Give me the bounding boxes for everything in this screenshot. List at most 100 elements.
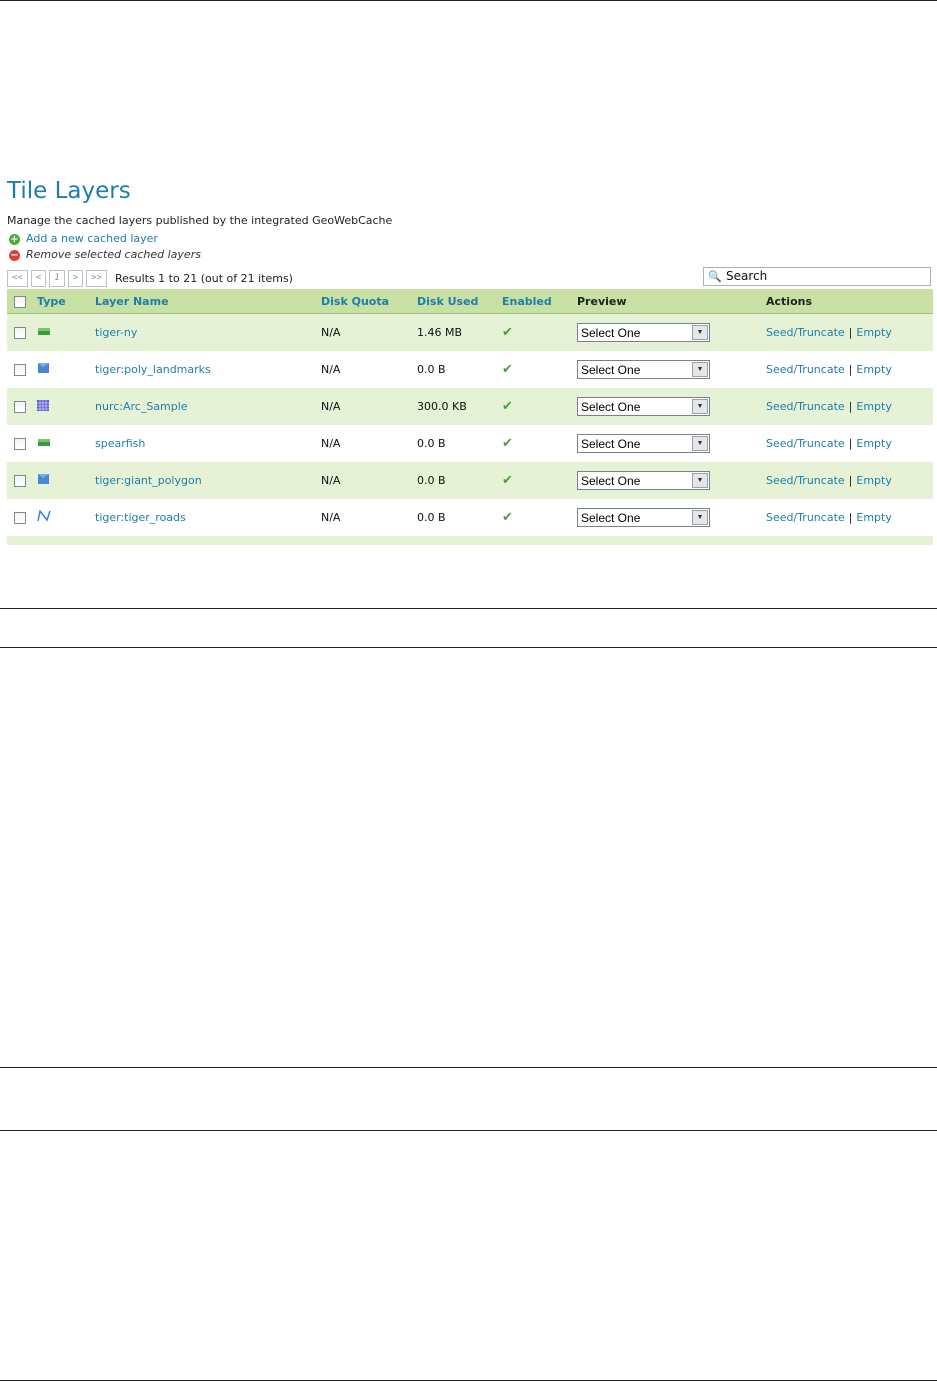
- actions-cell: Seed/Truncate | Empty: [766, 425, 933, 462]
- row-checkbox[interactable]: [14, 512, 26, 524]
- empty-link[interactable]: Empty: [856, 437, 891, 450]
- enabled-cell: ✔: [502, 313, 577, 351]
- row-checkbox[interactable]: [14, 327, 26, 339]
- pager-row: << < 1 > >> Results 1 to 21 (out of 21 i…: [7, 267, 933, 289]
- polygon-layer-icon: [37, 362, 50, 377]
- rule: [0, 1067, 937, 1068]
- rule: [0, 1380, 937, 1381]
- pager-last-button[interactable]: >>: [86, 270, 107, 287]
- seed-truncate-link[interactable]: Seed/Truncate: [766, 474, 845, 487]
- select-all-checkbox[interactable]: [14, 295, 26, 308]
- remove-cached-layers-label: Remove selected cached layers: [26, 248, 201, 261]
- disk-used-cell: 0.0 B: [417, 462, 502, 499]
- preview-select[interactable]: Select One ▼: [577, 397, 710, 416]
- add-cached-layer-link[interactable]: + Add a new cached layer: [7, 231, 933, 247]
- empty-link[interactable]: Empty: [856, 474, 891, 487]
- enabled-column-header[interactable]: Enabled: [502, 289, 577, 314]
- actions-cell: Seed/Truncate | Empty: [766, 499, 933, 536]
- row-checkbox[interactable]: [14, 401, 26, 413]
- disk-used-column-header[interactable]: Disk Used: [417, 289, 502, 314]
- layer-name-link[interactable]: spearfish: [95, 437, 145, 450]
- preview-select[interactable]: Select One ▼: [577, 434, 710, 453]
- pager-prev-button[interactable]: <: [30, 270, 47, 287]
- row-select-cell: [7, 499, 37, 536]
- actions-cell: Seed/Truncate | Empty: [766, 313, 933, 351]
- rule: [0, 608, 937, 609]
- empty-link[interactable]: Empty: [856, 363, 891, 376]
- search-input[interactable]: 🔍 Search: [703, 267, 931, 286]
- seed-truncate-link[interactable]: Seed/Truncate: [766, 400, 845, 413]
- line-layer-icon: [37, 509, 51, 525]
- layer-name-link[interactable]: tiger:poly_landmarks: [95, 363, 211, 376]
- preview-select[interactable]: Select One ▼: [577, 508, 710, 527]
- action-separator: |: [848, 511, 853, 524]
- pager-current-page[interactable]: 1: [49, 270, 65, 287]
- disk-quota-cell: N/A: [321, 388, 417, 425]
- seed-truncate-link[interactable]: Seed/Truncate: [766, 363, 845, 376]
- table-row: tiger:giant_polygon N/A 0.0 B ✔ Select One ▼ S…: [7, 462, 933, 499]
- table-row: tiger-ny N/A 1.46 MB ✔ Select One ▼ Seed/Trunc…: [7, 313, 933, 351]
- row-select-cell: [7, 425, 37, 462]
- polygon-layer-icon: [37, 473, 50, 488]
- empty-link[interactable]: Empty: [856, 400, 891, 413]
- action-separator: |: [848, 326, 853, 339]
- preview-select-value: Select One: [581, 325, 641, 340]
- seed-truncate-link[interactable]: Seed/Truncate: [766, 326, 845, 339]
- search-icon: 🔍: [708, 270, 722, 283]
- pager-first-button[interactable]: <<: [7, 270, 28, 287]
- chevron-down-icon: ▼: [692, 399, 708, 414]
- preview-column-header: Preview: [577, 289, 766, 314]
- partial-row-cell: [7, 536, 933, 545]
- select-all-header: [7, 289, 37, 314]
- layer-name-link[interactable]: tiger-ny: [95, 326, 137, 339]
- enabled-check-icon: ✔: [502, 325, 513, 340]
- layer-name-column-header[interactable]: Layer Name: [95, 289, 321, 314]
- search-placeholder: Search: [726, 269, 768, 283]
- add-cached-layer-label: Add a new cached layer: [26, 232, 158, 245]
- empty-link[interactable]: Empty: [856, 511, 891, 524]
- type-cell: [37, 388, 95, 425]
- disk-used-cell: 0.0 B: [417, 351, 502, 388]
- actions-cell: Seed/Truncate | Empty: [766, 351, 933, 388]
- disk-quota-cell: N/A: [321, 313, 417, 351]
- preview-select[interactable]: Select One ▼: [577, 471, 710, 490]
- disk-quota-cell: N/A: [321, 351, 417, 388]
- layer-name-cell: tiger:tiger_roads: [95, 499, 321, 536]
- layer-name-link[interactable]: tiger:tiger_roads: [95, 511, 186, 524]
- type-column-header[interactable]: Type: [37, 289, 95, 314]
- chevron-down-icon: ▼: [692, 510, 708, 525]
- remove-cached-layers-link[interactable]: − Remove selected cached layers: [7, 247, 933, 263]
- layer-name-cell: tiger-ny: [95, 313, 321, 351]
- chevron-down-icon: ▼: [692, 362, 708, 377]
- pager-next-button[interactable]: >: [67, 270, 84, 287]
- disk-quota-cell: N/A: [321, 499, 417, 536]
- preview-select-value: Select One: [581, 473, 641, 488]
- preview-select-value: Select One: [581, 436, 641, 451]
- table-row: tiger:tiger_roads N/A 0.0 B ✔ Select One ▼ See…: [7, 499, 933, 536]
- enabled-check-icon: ✔: [502, 436, 513, 451]
- row-checkbox[interactable]: [14, 475, 26, 487]
- preview-select-value: Select One: [581, 362, 641, 377]
- type-cell: [37, 462, 95, 499]
- preview-select[interactable]: Select One ▼: [577, 360, 710, 379]
- row-checkbox[interactable]: [14, 438, 26, 450]
- enabled-cell: ✔: [502, 351, 577, 388]
- enabled-cell: ✔: [502, 425, 577, 462]
- action-separator: |: [848, 437, 853, 450]
- document-page: Tile Layers Manage the cached layers pub…: [0, 0, 937, 1382]
- preview-cell: Select One ▼: [577, 462, 766, 499]
- seed-truncate-link[interactable]: Seed/Truncate: [766, 511, 845, 524]
- disk-quota-column-header[interactable]: Disk Quota: [321, 289, 417, 314]
- type-cell: [37, 351, 95, 388]
- layer-name-link[interactable]: nurc:Arc_Sample: [95, 400, 188, 413]
- enabled-check-icon: ✔: [502, 473, 513, 488]
- preview-cell: Select One ▼: [577, 313, 766, 351]
- layer-name-link[interactable]: tiger:giant_polygon: [95, 474, 202, 487]
- table-row: nurc:Arc_Sample N/A 300.0 KB ✔ Select One ▼ Se…: [7, 388, 933, 425]
- seed-truncate-link[interactable]: Seed/Truncate: [766, 437, 845, 450]
- type-cell: [37, 313, 95, 351]
- preview-select[interactable]: Select One ▼: [577, 323, 710, 342]
- layer-name-cell: nurc:Arc_Sample: [95, 388, 321, 425]
- row-checkbox[interactable]: [14, 364, 26, 376]
- empty-link[interactable]: Empty: [856, 326, 891, 339]
